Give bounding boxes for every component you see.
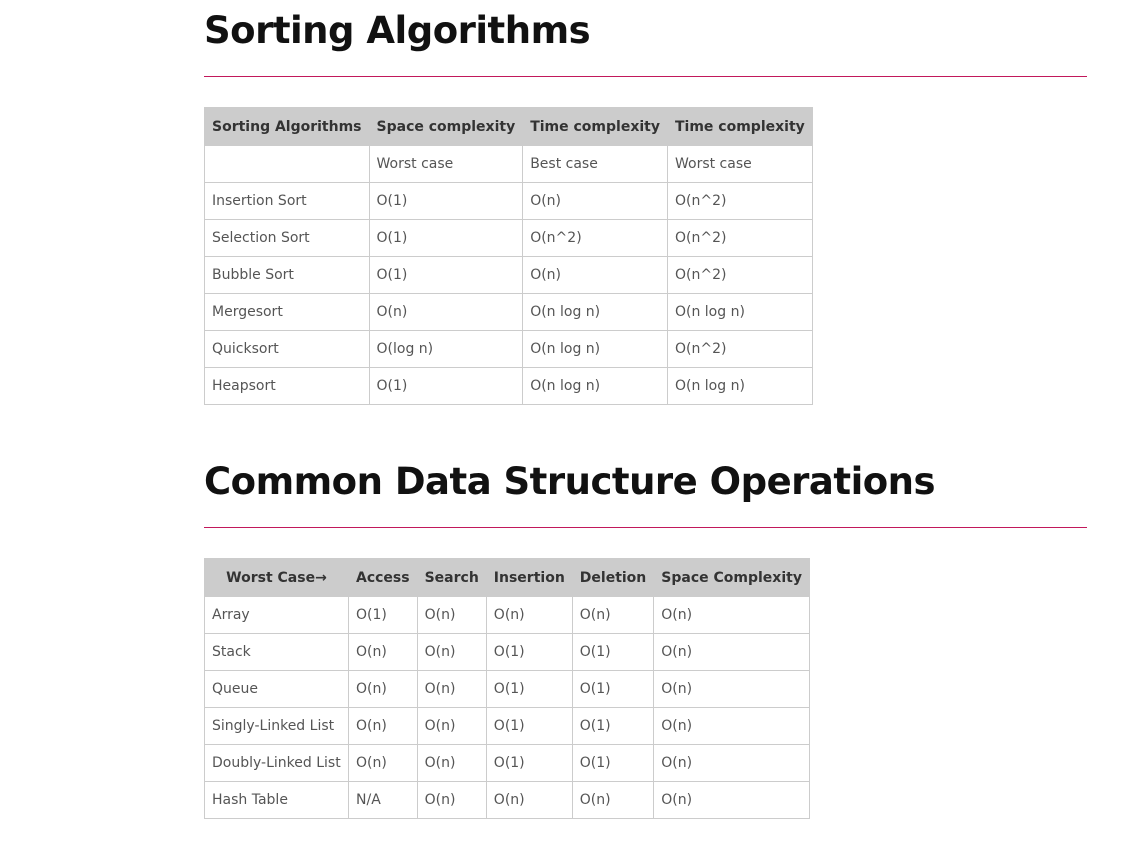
table-cell: O(1) bbox=[348, 596, 418, 634]
operations-header-row: Worst Case→ Access Search Insertion Dele… bbox=[204, 558, 810, 597]
table-cell: O(n) bbox=[416, 670, 487, 708]
subheader-cell: Worst case bbox=[368, 145, 524, 183]
table-cell: O(n) bbox=[571, 596, 655, 634]
header-cell: Search bbox=[416, 558, 487, 597]
table-cell: O(n^2) bbox=[666, 219, 813, 257]
table-cell: O(n) bbox=[571, 781, 655, 819]
table-cell: O(1) bbox=[571, 633, 655, 671]
table-cell: O(n) bbox=[368, 293, 524, 331]
table-cell: O(n log n) bbox=[666, 293, 813, 331]
table-cell: O(n) bbox=[348, 744, 418, 782]
table-cell: O(n) bbox=[416, 633, 487, 671]
table-cell: O(1) bbox=[368, 182, 524, 220]
header-cell: Insertion bbox=[485, 558, 573, 597]
table-cell: O(n^2) bbox=[666, 330, 813, 368]
table-cell: O(n) bbox=[653, 633, 810, 671]
sorting-header-row: Sorting Algorithms Space complexity Time… bbox=[204, 107, 813, 146]
table-row: Mergesort O(n) O(n log n) O(n log n) bbox=[204, 293, 813, 331]
sorting-divider bbox=[204, 76, 1087, 77]
header-cell: Time complexity bbox=[666, 107, 813, 146]
table-cell: O(1) bbox=[571, 707, 655, 745]
structure-name-cell: Doubly-Linked List bbox=[204, 744, 349, 782]
table-cell: O(1) bbox=[485, 744, 573, 782]
table-cell: O(1) bbox=[571, 670, 655, 708]
table-cell: O(n) bbox=[416, 744, 487, 782]
algorithm-name-cell: Insertion Sort bbox=[204, 182, 370, 220]
table-row: Heapsort O(1) O(n log n) O(n log n) bbox=[204, 367, 813, 405]
table-cell: O(n) bbox=[522, 256, 668, 294]
table-cell: O(n log n) bbox=[522, 293, 668, 331]
table-cell: O(n^2) bbox=[666, 182, 813, 220]
table-cell: O(1) bbox=[485, 707, 573, 745]
operations-table: Worst Case→ Access Search Insertion Dele… bbox=[204, 558, 810, 819]
table-cell: O(n^2) bbox=[666, 256, 813, 294]
table-cell: O(n) bbox=[348, 633, 418, 671]
sorting-table: Sorting Algorithms Space complexity Time… bbox=[204, 107, 813, 405]
header-cell: Sorting Algorithms bbox=[204, 107, 370, 146]
structure-name-cell: Singly-Linked List bbox=[204, 707, 349, 745]
table-cell: O(n) bbox=[416, 707, 487, 745]
header-cell: Space Complexity bbox=[653, 558, 810, 597]
table-row: Doubly-Linked List O(n) O(n) O(1) O(1) O… bbox=[204, 744, 810, 782]
table-cell: O(n) bbox=[416, 596, 487, 634]
subheader-cell bbox=[204, 145, 370, 183]
table-row: Bubble Sort O(1) O(n) O(n^2) bbox=[204, 256, 813, 294]
table-cell: O(n) bbox=[653, 707, 810, 745]
algorithm-name-cell: Mergesort bbox=[204, 293, 370, 331]
table-cell: O(n) bbox=[416, 781, 487, 819]
table-cell: O(n) bbox=[485, 596, 573, 634]
table-row: Stack O(n) O(n) O(1) O(1) O(n) bbox=[204, 633, 810, 671]
structure-name-cell: Queue bbox=[204, 670, 349, 708]
table-row: Insertion Sort O(1) O(n) O(n^2) bbox=[204, 182, 813, 220]
table-cell: O(n) bbox=[653, 744, 810, 782]
structure-name-cell: Hash Table bbox=[204, 781, 349, 819]
algorithm-name-cell: Bubble Sort bbox=[204, 256, 370, 294]
header-cell: Time complexity bbox=[522, 107, 668, 146]
table-cell: O(n^2) bbox=[522, 219, 668, 257]
table-cell: O(1) bbox=[485, 633, 573, 671]
table-row: Hash Table N/A O(n) O(n) O(n) O(n) bbox=[204, 781, 810, 819]
table-cell: O(n log n) bbox=[522, 367, 668, 405]
header-cell: Access bbox=[348, 558, 418, 597]
table-row: Singly-Linked List O(n) O(n) O(1) O(1) O… bbox=[204, 707, 810, 745]
operations-heading: Common Data Structure Operations bbox=[204, 460, 936, 503]
header-cell: Worst Case→ bbox=[204, 558, 349, 597]
table-cell: O(n) bbox=[485, 781, 573, 819]
sorting-subheader-row: Worst case Best case Worst case bbox=[204, 145, 813, 183]
table-cell: O(n) bbox=[348, 707, 418, 745]
table-cell: O(n) bbox=[653, 670, 810, 708]
table-cell: O(log n) bbox=[368, 330, 524, 368]
table-cell: O(1) bbox=[571, 744, 655, 782]
table-cell: O(1) bbox=[368, 219, 524, 257]
table-cell: O(n) bbox=[522, 182, 668, 220]
sorting-heading: Sorting Algorithms bbox=[204, 9, 591, 52]
table-cell: N/A bbox=[348, 781, 418, 819]
algorithm-name-cell: Quicksort bbox=[204, 330, 370, 368]
structure-name-cell: Array bbox=[204, 596, 349, 634]
header-cell: Deletion bbox=[571, 558, 655, 597]
algorithm-name-cell: Selection Sort bbox=[204, 219, 370, 257]
table-cell: O(n log n) bbox=[666, 367, 813, 405]
table-cell: O(n log n) bbox=[522, 330, 668, 368]
table-cell: O(n) bbox=[653, 596, 810, 634]
subheader-cell: Best case bbox=[522, 145, 668, 183]
algorithm-name-cell: Heapsort bbox=[204, 367, 370, 405]
header-cell: Space complexity bbox=[368, 107, 524, 146]
table-cell: O(1) bbox=[485, 670, 573, 708]
table-cell: O(n) bbox=[653, 781, 810, 819]
table-row: Selection Sort O(1) O(n^2) O(n^2) bbox=[204, 219, 813, 257]
structure-name-cell: Stack bbox=[204, 633, 349, 671]
table-row: Array O(1) O(n) O(n) O(n) O(n) bbox=[204, 596, 810, 634]
table-cell: O(n) bbox=[348, 670, 418, 708]
table-row: Quicksort O(log n) O(n log n) O(n^2) bbox=[204, 330, 813, 368]
table-cell: O(1) bbox=[368, 367, 524, 405]
table-row: Queue O(n) O(n) O(1) O(1) O(n) bbox=[204, 670, 810, 708]
operations-divider bbox=[204, 527, 1087, 528]
table-cell: O(1) bbox=[368, 256, 524, 294]
subheader-cell: Worst case bbox=[666, 145, 813, 183]
